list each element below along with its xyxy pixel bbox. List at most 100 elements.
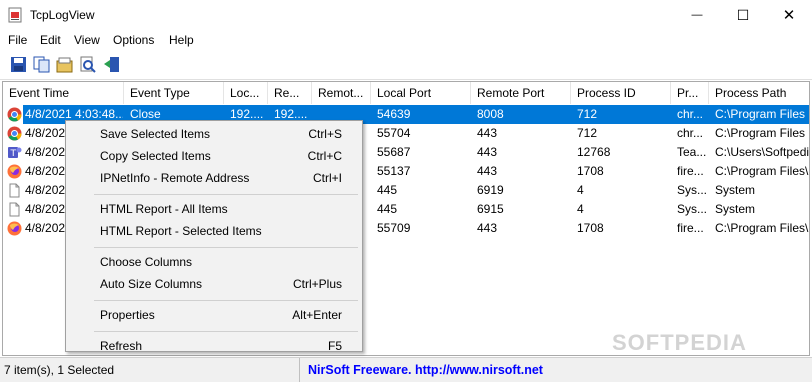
col-header-remote-address[interactable]: Re... xyxy=(268,82,312,104)
menu-edit[interactable]: Edit xyxy=(40,33,61,47)
cell-process-path: C:\Program Files\M xyxy=(715,221,809,235)
maximize-button[interactable]: ☐ xyxy=(720,0,766,30)
close-icon: ✕ xyxy=(782,7,796,24)
cell-process-name: Tea... xyxy=(677,145,707,159)
cell-remote-port: 443 xyxy=(477,126,498,140)
ctx-item-shortcut: Ctrl+I xyxy=(312,171,342,185)
ctx-item-html-report-selected-items[interactable]: HTML Report - Selected Items xyxy=(66,221,362,242)
cell-process-id: 1708 xyxy=(577,164,604,178)
minimize-button[interactable]: — xyxy=(674,0,720,30)
copy-icon[interactable] xyxy=(33,56,50,73)
cell-local-port: 445 xyxy=(377,202,398,216)
ctx-item-label: Properties xyxy=(100,308,155,322)
cell-process-name: fire... xyxy=(677,221,704,235)
ctx-item-label: HTML Report - All Items xyxy=(100,202,228,216)
properties-icon[interactable] xyxy=(56,56,73,73)
menu-view[interactable]: View xyxy=(74,33,100,47)
title-bar: TcpLogView — ☐ ✕ xyxy=(0,0,812,30)
cell-remote-port: 443 xyxy=(477,164,498,178)
col-header-remote-host[interactable]: Remot... xyxy=(312,82,371,104)
cell-process-name: Sys... xyxy=(677,202,708,216)
status-bar: 7 item(s), 1 Selected NirSoft Freeware. … xyxy=(0,357,812,382)
ctx-item-save-selected-items[interactable]: Save Selected Items Ctrl+S xyxy=(66,124,362,145)
cell-process-path: C:\Program Files (x xyxy=(715,107,809,121)
cell-process-path: C:\Program Files\M xyxy=(715,164,809,178)
cell-process-id: 712 xyxy=(577,126,598,140)
menu-separator xyxy=(94,300,358,301)
ctx-item-html-report-all-items[interactable]: HTML Report - All Items xyxy=(66,199,362,220)
cell-local-port: 445 xyxy=(377,183,398,197)
ctx-item-label: Copy Selected Items xyxy=(100,149,211,163)
ctx-item-label: HTML Report - Selected Items xyxy=(100,224,262,238)
cell-process-id: 712 xyxy=(577,107,598,121)
ctx-item-ipnetinfo-remote-address[interactable]: IPNetInfo - Remote Address Ctrl+I xyxy=(66,168,362,189)
col-header-local-address[interactable]: Loc... xyxy=(224,82,268,104)
cell-process-name: Sys... xyxy=(677,183,708,197)
teams-icon: T xyxy=(8,147,22,159)
file-icon xyxy=(9,202,20,217)
ctx-item-copy-selected-items[interactable]: Copy Selected Items Ctrl+C xyxy=(66,146,362,167)
ctx-item-refresh[interactable]: Refresh F5 xyxy=(66,336,362,357)
cell-process-path: C:\Users\Softpedia xyxy=(715,145,809,159)
ctx-item-properties[interactable]: Properties Alt+Enter xyxy=(66,305,362,326)
col-header-local-port[interactable]: Local Port xyxy=(371,82,471,104)
minimize-icon: — xyxy=(691,9,703,21)
status-item-count: 7 item(s), 1 Selected xyxy=(0,358,300,382)
firefox-icon xyxy=(7,221,22,236)
chrome-icon xyxy=(7,107,22,122)
cell-process-path: C:\Program Files (x xyxy=(715,126,809,140)
cell-remote-port: 443 xyxy=(477,145,498,159)
menu-file[interactable]: File xyxy=(8,33,27,47)
cell-remote-port: 6915 xyxy=(477,202,504,216)
col-header-process-path[interactable]: Process Path xyxy=(709,82,809,104)
cell-local-port: 55137 xyxy=(377,164,411,178)
window-title: TcpLogView xyxy=(30,8,95,22)
cell-local-port: 55704 xyxy=(377,126,411,140)
ctx-item-shortcut: Ctrl+Plus xyxy=(292,277,342,291)
col-header-event-time[interactable]: Event Time xyxy=(3,82,124,104)
menu-help[interactable]: Help xyxy=(169,33,194,47)
firefox-icon xyxy=(7,164,22,179)
close-button[interactable]: ✕ xyxy=(766,0,812,30)
cell-remote-port: 6919 xyxy=(477,183,504,197)
cell-process-path: System xyxy=(715,202,756,216)
cell-local-port: 55687 xyxy=(377,145,411,159)
col-header-event-type[interactable]: Event Type xyxy=(124,82,224,104)
col-header-remote-port[interactable]: Remote Port xyxy=(471,82,571,104)
cell-process-id: 1708 xyxy=(577,221,604,235)
col-header-process-id[interactable]: Process ID xyxy=(571,82,671,104)
menu-options[interactable]: Options xyxy=(113,33,154,47)
find-icon[interactable] xyxy=(79,56,96,73)
ctx-item-label: Auto Size Columns xyxy=(100,277,203,291)
cell-process-name: chr... xyxy=(677,126,704,140)
toolbar xyxy=(0,51,812,80)
exit-icon[interactable] xyxy=(103,56,120,73)
chrome-icon xyxy=(7,126,22,141)
ctx-item-label: Refresh xyxy=(100,339,143,353)
nirsoft-link[interactable]: NirSoft Freeware. http://www.nirsoft.net xyxy=(308,358,543,382)
ctx-item-choose-columns[interactable]: Choose Columns xyxy=(66,252,362,273)
context-menu: Save Selected Items Ctrl+S Copy Selected I… xyxy=(65,120,363,353)
save-icon[interactable] xyxy=(10,56,27,73)
menu-separator xyxy=(94,331,358,332)
file-icon xyxy=(9,183,20,198)
cell-process-id: 4 xyxy=(577,183,584,197)
cell-local-port: 54639 xyxy=(377,107,411,121)
ctx-item-shortcut: F5 xyxy=(327,339,342,353)
cell-process-name: chr... xyxy=(677,107,704,121)
cell-remote-port: 8008 xyxy=(477,107,504,121)
softpedia-watermark: SOFTPEDIA xyxy=(612,330,747,355)
maximize-icon: ☐ xyxy=(736,6,750,23)
ctx-item-shortcut: Ctrl+C xyxy=(307,149,342,163)
cell-process-name: fire... xyxy=(677,164,704,178)
cell-process-path: System xyxy=(715,183,756,197)
ctx-item-label: Choose Columns xyxy=(100,255,193,269)
ctx-item-label: IPNetInfo - Remote Address xyxy=(100,171,250,185)
menu-separator xyxy=(94,247,358,248)
svg-text:T: T xyxy=(10,149,17,159)
cell-remote-port: 443 xyxy=(477,221,498,235)
cell-process-id: 4 xyxy=(577,202,584,216)
col-header-process-name[interactable]: Pr... xyxy=(671,82,709,104)
ctx-item-shortcut: Ctrl+S xyxy=(308,127,342,141)
ctx-item-auto-size-columns[interactable]: Auto Size Columns Ctrl+Plus xyxy=(66,274,362,295)
